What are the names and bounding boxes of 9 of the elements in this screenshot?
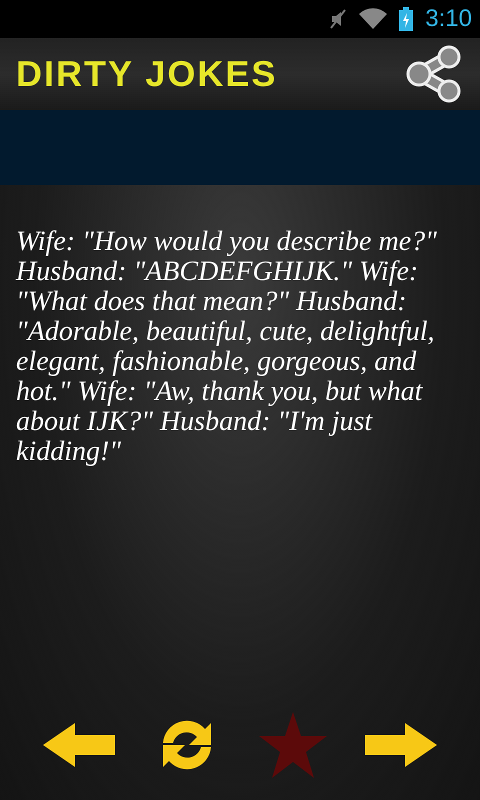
mute-icon — [329, 8, 348, 30]
wifi-icon — [359, 8, 388, 30]
next-button[interactable] — [365, 723, 437, 767]
joke-text: Wife: "How would you describe me?" Husband: "ABCDEFGHIJK." Wife: "What does that mean?" Husband: "Adorable, beautiful, cute, delightful, elegant, fashionable, gorgeous, and hot." Wife: "Aw, thank you, but what about IJK?" Husband: "I'm just kidding!" — [14, 227, 438, 467]
previous-button[interactable] — [43, 723, 115, 767]
share-icon — [405, 45, 463, 103]
clock-time: 3:10 — [425, 4, 472, 34]
app-title: DIRTY JOKES — [16, 52, 278, 96]
battery-icon — [399, 7, 414, 31]
